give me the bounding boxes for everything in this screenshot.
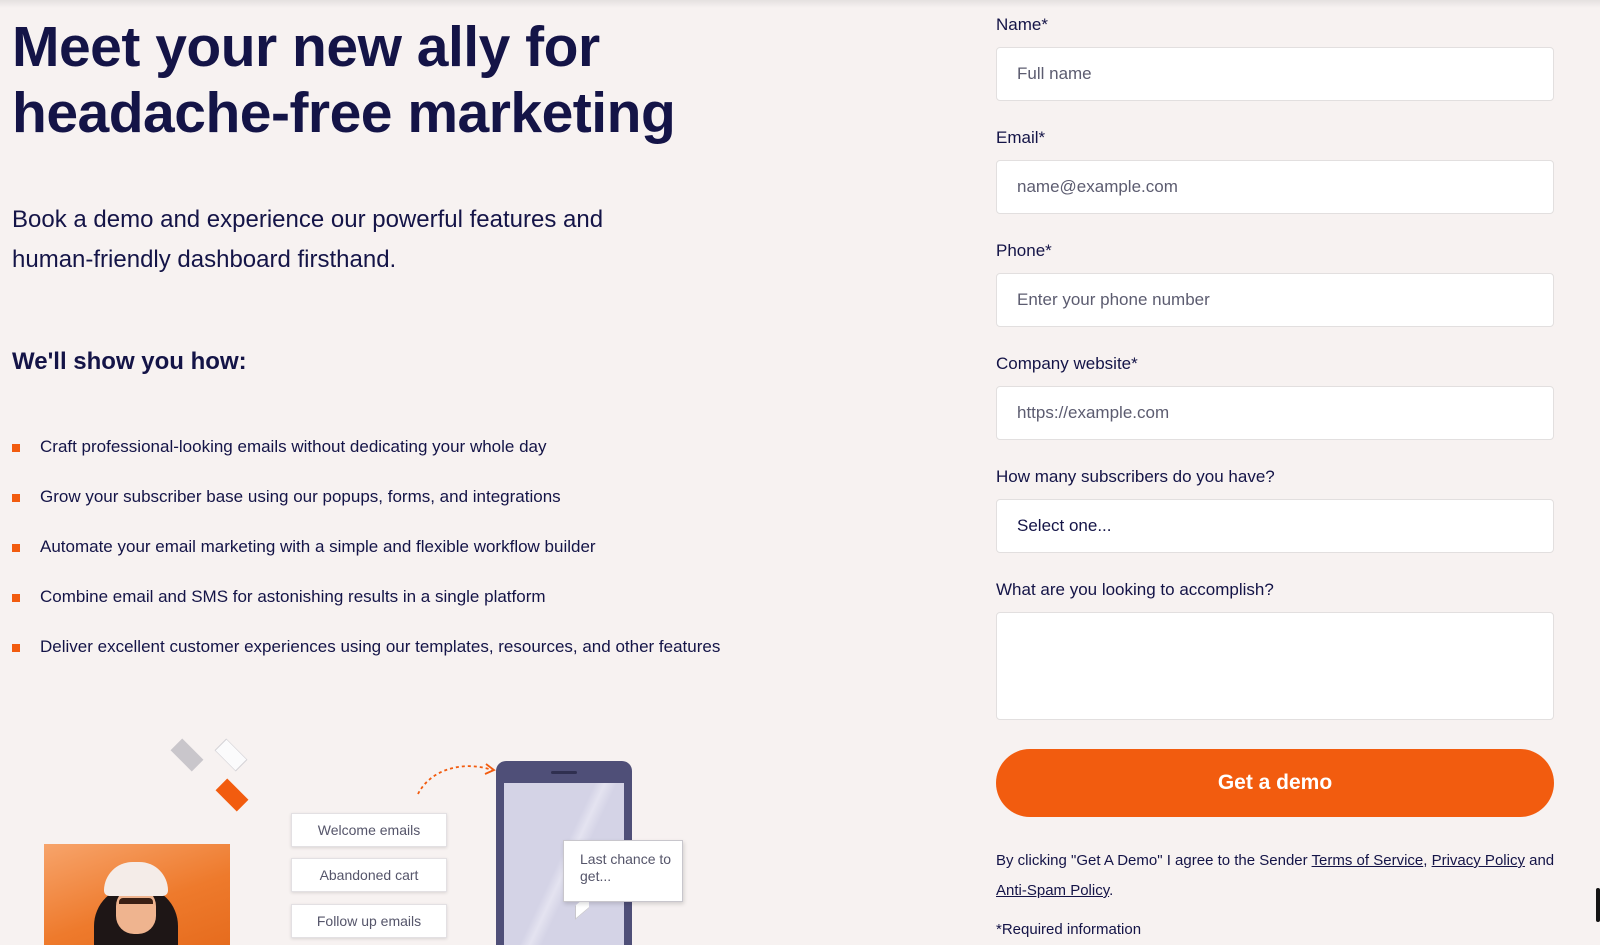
bullet-square-icon: [12, 544, 20, 552]
benefit-item: Automate your email marketing with a sim…: [12, 532, 732, 562]
benefit-item: Combine email and SMS for astonishing re…: [12, 582, 732, 612]
privacy-policy-link[interactable]: Privacy Policy: [1432, 852, 1525, 869]
anti-spam-policy-link[interactable]: Anti-Spam Policy: [996, 882, 1109, 899]
get-demo-button[interactable]: Get a demo: [996, 749, 1554, 817]
subscribers-select[interactable]: Select one...: [996, 499, 1554, 553]
benefit-item: Grow your subscriber base using our popu…: [12, 482, 732, 512]
benefit-item: Deliver excellent customer experiences u…: [12, 632, 732, 662]
speech-bubble: Last chance to get...: [563, 840, 683, 902]
email-field-group: Email*: [996, 128, 1556, 214]
consent-text: By clicking "Get A Demo" I agree to the …: [996, 846, 1556, 906]
phone-label: Phone*: [996, 241, 1052, 260]
consent-period: .: [1109, 882, 1114, 899]
terms-of-service-link[interactable]: Terms of Service: [1312, 852, 1424, 869]
goal-field-group: What are you looking to accomplish?: [996, 580, 1556, 720]
goal-label: What are you looking to accomplish?: [996, 580, 1274, 599]
gray-diamond-shape: [170, 738, 204, 772]
marketing-illustration: Welcome emails Abandoned cart Follow up …: [0, 738, 720, 945]
consent-comma: ,: [1423, 852, 1432, 869]
dotted-arrow-icon: [417, 763, 496, 795]
bullet-square-icon: [12, 594, 20, 602]
subscribers-label: How many subscribers do you have?: [996, 467, 1275, 486]
hero-subtitle: Book a demo and experience our powerful …: [12, 206, 604, 273]
welcome-emails-chip: Welcome emails: [291, 813, 447, 847]
bullet-square-icon: [12, 444, 20, 452]
white-diamond-shape: [214, 738, 248, 772]
website-input[interactable]: [996, 386, 1554, 440]
top-shadow: [0, 0, 1600, 8]
email-input[interactable]: [996, 160, 1554, 214]
benefit-text: Automate your email marketing with a sim…: [40, 537, 596, 556]
bullet-square-icon: [12, 494, 20, 502]
orange-diamond-shape: [215, 778, 249, 812]
how-heading: We'll show you how:: [12, 348, 247, 375]
abandoned-cart-chip: Abandoned cart: [291, 858, 447, 892]
photo-hat: [104, 862, 168, 896]
phone-speaker: [551, 771, 577, 774]
required-info-note: *Required information: [996, 921, 1142, 938]
benefit-text: Combine email and SMS for astonishing re…: [40, 587, 546, 606]
benefit-text: Craft professional-looking emails withou…: [40, 437, 547, 456]
website-field-group: Company website*: [996, 354, 1556, 440]
benefit-item: Craft professional-looking emails withou…: [12, 432, 732, 462]
consent-prefix: By clicking "Get A Demo" I agree to the …: [996, 852, 1312, 869]
subscribers-select-value: Select one...: [1017, 516, 1112, 535]
goal-textarea[interactable]: [996, 612, 1554, 720]
benefit-text: Grow your subscriber base using our popu…: [40, 487, 561, 506]
name-input[interactable]: [996, 47, 1554, 101]
consent-and: and: [1524, 852, 1555, 869]
name-label: Name*: [996, 15, 1048, 34]
subscribers-field-group: How many subscribers do you have? Select…: [996, 467, 1556, 553]
photo-sunglasses: [119, 898, 153, 908]
hero-title: Meet your new ally for headache-free mar…: [12, 15, 676, 145]
woman-photo: [44, 844, 230, 945]
bullet-square-icon: [12, 644, 20, 652]
website-label: Company website*: [996, 354, 1138, 373]
page: Meet your new ally for headache-free mar…: [0, 0, 1600, 945]
benefit-text: Deliver excellent customer experiences u…: [40, 637, 721, 656]
phone-field-group: Phone*: [996, 241, 1556, 327]
phone-input[interactable]: [996, 273, 1554, 327]
follow-up-emails-chip: Follow up emails: [291, 904, 447, 938]
scrollbar-thumb[interactable]: [1596, 888, 1600, 922]
email-label: Email*: [996, 128, 1046, 147]
benefits-list: Craft professional-looking emails withou…: [12, 432, 732, 662]
name-field-group: Name*: [996, 15, 1556, 101]
